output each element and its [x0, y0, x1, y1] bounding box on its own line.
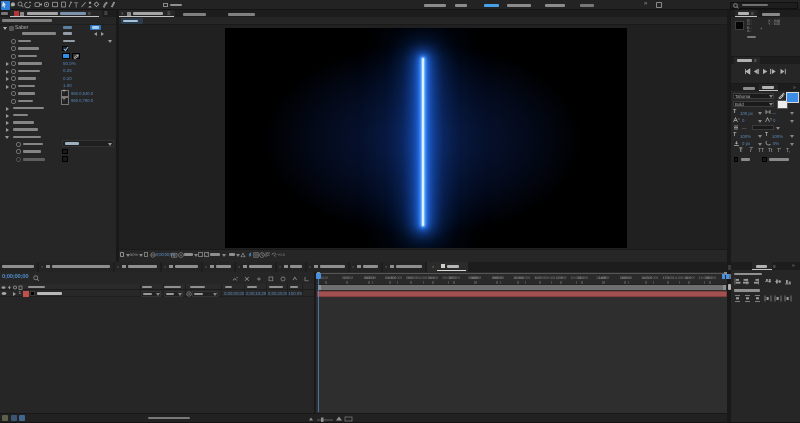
svg-text:T: T: [74, 2, 79, 9]
